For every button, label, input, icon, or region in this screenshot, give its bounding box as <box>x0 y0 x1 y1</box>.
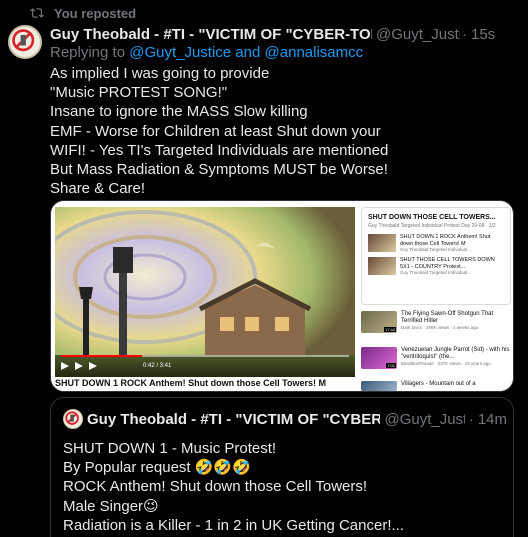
recommendation-meta: Dark Docs · 266K views · 2 weeks ago <box>401 325 479 330</box>
recommendation-thumbnail <box>361 381 397 391</box>
quoted-avatar[interactable] <box>63 409 83 429</box>
quoted-author-name[interactable]: Guy Theobald - #TI - "VICTIM OF "CYBER-T… <box>87 411 380 428</box>
quoted-text-line: By Popular request 🤣🤣🤣 <box>63 459 251 477</box>
video-progress-fill <box>61 355 142 357</box>
quoted-tweet-header: Guy Theobald - #TI - "VICTIM OF "CYBER-T… <box>87 409 507 429</box>
recommendation-item[interactable]: 7:01 Venezuelan Jungle Parrot (Sid) - wi… <box>361 347 511 369</box>
play-icon[interactable] <box>75 362 83 370</box>
no-symbol-avatar-icon <box>65 411 79 425</box>
recommendation-meta: BandBoxParade · 237K views · 15 years ag… <box>401 361 491 366</box>
quoted-tweet[interactable]: Guy Theobald - #TI - "VICTIM OF "CYBER-T… <box>50 397 514 537</box>
author-handle[interactable]: @Guyt_Justice <box>376 26 460 43</box>
tweet-timestamp[interactable]: 15s <box>471 26 495 43</box>
separator-dot: · <box>462 25 467 43</box>
replying-prefix: Replying to <box>50 44 126 61</box>
recommendation-title: The Flying Sawn-Off Shotgun That Terrifi… <box>401 311 494 324</box>
reply-user-link[interactable]: @Guyt_Justice <box>129 44 231 61</box>
quoted-text-line: SHUT DOWN 1 - Music Protest! <box>63 440 277 457</box>
media-image[interactable]: 0:42 / 3:41 SHUT DOWN 1 ROCK Anthem! Shu… <box>50 200 514 392</box>
recommendation-title: Venezuelan Jungle Parrot (Sid) - with hi… <box>401 347 510 360</box>
tweet-text-line: But Mass Radiation & Symptoms MUST be Wo… <box>50 161 388 179</box>
recommendation-thumbnail: 7:01 <box>361 347 397 369</box>
quoted-text-line: Radiation is a Killer - 1 in 2 in UK Get… <box>63 516 404 534</box>
video-controls: 0:42 / 3:41 <box>55 355 355 377</box>
tweet-text-line: WIFI! - Yes TI's Targeted Individuals ar… <box>50 141 389 159</box>
playlist-thumbnail <box>368 234 396 252</box>
avatar[interactable] <box>8 25 42 59</box>
no-symbol-avatar-icon <box>12 29 35 52</box>
playlist-item[interactable]: SHUT DOWN 1 ROCK Anthem! Shut down those… <box>368 234 504 252</box>
playlist-item-meta: Guy Theobald Targeted Individual... <box>400 270 471 275</box>
duration-badge: 7:01 <box>386 363 396 368</box>
recommendation-thumbnail: 17:44 <box>361 311 397 333</box>
tweet-text-line: EMF - Worse for Children at least Shut d… <box>50 122 381 140</box>
tweet-text: As implied I was going to provide "Music… <box>50 64 480 198</box>
video-title: SHUT DOWN 1 ROCK Anthem! Shut down those… <box>55 378 326 388</box>
tweet-text-line: Insane to ignore the MASS Slow killing <box>50 103 308 121</box>
next-icon[interactable] <box>89 362 97 370</box>
reply-and: and <box>235 44 261 61</box>
quoted-text-line: ROCK Anthem! Shut down those Cell Towers… <box>63 478 368 496</box>
playlist-title: SHUT DOWN THOSE CELL TOWERS... <box>368 214 496 221</box>
playlist-item[interactable]: SHUT THOSE CELL TOWERS DOWN 5X1 - COUNTR… <box>368 257 504 275</box>
duration-badge: 17:44 <box>383 327 396 332</box>
recommendation-item[interactable]: 17:44 The Flying Sawn-Off Shotgun That T… <box>361 311 511 333</box>
playlist-thumbnail <box>368 257 396 275</box>
quoted-text-line: Male Singer😉 <box>63 497 159 515</box>
separator-dot: · <box>468 410 474 428</box>
playlist-item-meta: Guy Theobald Targeted Individual... <box>400 247 471 252</box>
author-name[interactable]: Guy Theobald - #TI - "VICTIM OF "CYBER-T… <box>50 26 372 43</box>
playlist-item-title: SHUT THOSE CELL TOWERS DOWN 5X1 - COUNTR… <box>400 257 495 270</box>
playlist-subtitle: Guy Theobald Targeted Individual Protest… <box>368 223 496 229</box>
previous-icon[interactable] <box>61 362 69 370</box>
repost-label: You reposted <box>54 5 137 21</box>
video-time: 0:42 / 3:41 <box>143 363 172 369</box>
tweet-header: Guy Theobald - #TI - "VICTIM OF "CYBER-T… <box>50 24 520 44</box>
replying-to: Replying to @Guyt_Justice and @annalisam… <box>50 44 363 61</box>
playlist-panel: SHUT DOWN THOSE CELL TOWERS... Guy Theob… <box>361 207 511 305</box>
repost-indicator: You reposted <box>30 5 137 21</box>
playlist-item-title: SHUT DOWN 1 ROCK Anthem! Shut down those… <box>400 234 491 247</box>
tweet-text-line: As implied I was going to provide <box>50 65 270 82</box>
tweet-text-line: Share & Care! <box>50 180 146 198</box>
video-artwork <box>55 207 355 377</box>
tweet-text-line: "Music PROTEST SONG!" <box>50 84 228 102</box>
quoted-author-handle[interactable]: @Guyt_Justice <box>384 411 464 428</box>
reply-user-link[interactable]: @annalisamcc <box>265 44 364 61</box>
repost-icon <box>30 8 44 18</box>
recommendation-title: Villagers - Mountain out of a <box>401 381 476 387</box>
quoted-timestamp[interactable]: 14m <box>478 411 507 428</box>
quoted-tweet-text: SHUT DOWN 1 - Music Protest! By Popular … <box>63 439 503 535</box>
video-thumbnail[interactable]: 0:42 / 3:41 <box>55 207 355 377</box>
video-progress-bar[interactable] <box>61 355 349 357</box>
recommendation-item[interactable]: Villagers - Mountain out of a <box>361 381 511 391</box>
